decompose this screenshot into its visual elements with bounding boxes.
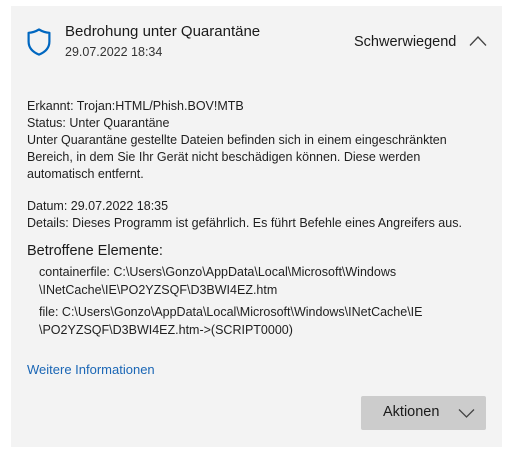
detected-line: Erkannt: Trojan:HTML/Phish.BOV!MTB [27, 99, 244, 113]
threat-header[interactable]: Bedrohung unter Quarantäne 29.07.2022 18… [11, 6, 502, 76]
severity-label: Schwerwiegend [354, 34, 457, 50]
threat-title: Bedrohung unter Quarantäne [65, 23, 261, 40]
chevron-up-icon[interactable] [469, 35, 487, 47]
affected-item: containerfile: C:\Users\Gonzo\AppData\Lo… [39, 264, 489, 299]
more-info-link[interactable]: Weitere Informationen [27, 362, 155, 377]
affected-item-path-2: \INetCache\IE\PO2YZSQF\D3BWI4EZ.htm [39, 282, 278, 297]
affected-item-path-1: containerfile: C:\Users\Gonzo\AppData\Lo… [39, 265, 397, 279]
threat-timestamp: 29.07.2022 18:34 [65, 45, 163, 59]
affected-items-heading: Betroffene Elemente: [27, 243, 163, 259]
actions-button[interactable]: Aktionen [361, 396, 486, 430]
status-line: Status: Unter Quarantäne [27, 116, 170, 130]
description-text: Unter Quarantäne gestellte Dateien befin… [27, 133, 447, 181]
affected-item-path-2: \PO2YZSQF\D3BWI4EZ.htm->(SCRIPT0000) [39, 322, 293, 337]
details-line: Details: Dieses Programm ist gefährlich.… [27, 216, 462, 230]
threat-card: Bedrohung unter Quarantäne 29.07.2022 18… [11, 6, 502, 447]
affected-item-path-1: file: C:\Users\Gonzo\AppData\Local\Micro… [39, 305, 423, 319]
affected-item: file: C:\Users\Gonzo\AppData\Local\Micro… [39, 304, 489, 339]
actions-button-label: Aktionen [383, 404, 440, 420]
chevron-down-icon [458, 409, 475, 418]
threat-details: Erkannt: Trojan:HTML/Phish.BOV!MTB Statu… [27, 98, 489, 339]
detail-date-line: Datum: 29.07.2022 18:35 [27, 199, 169, 213]
shield-icon [27, 28, 51, 56]
